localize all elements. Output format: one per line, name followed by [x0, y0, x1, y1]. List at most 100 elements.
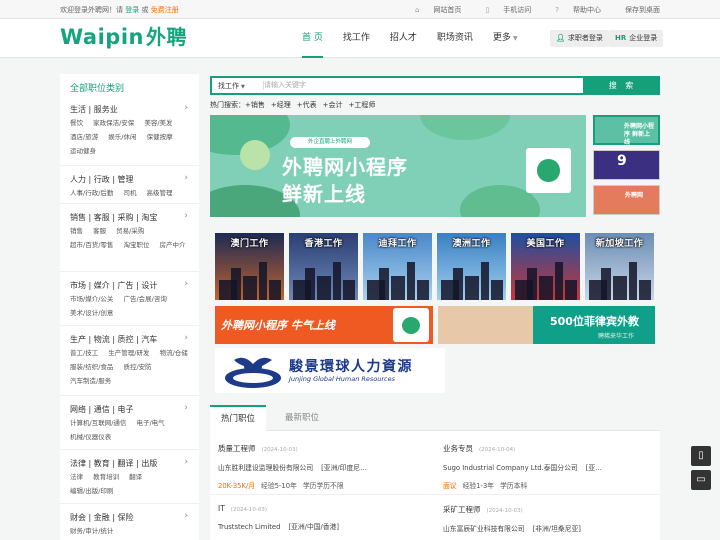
foreign-teacher-promo[interactable]: 500位菲律宾外教 聘稀来华工作 — [438, 306, 655, 344]
category-heading[interactable]: 法律 | 教育 | 翻译 | 出版 — [70, 457, 196, 470]
banner-thumb[interactable]: 外聘网 — [593, 185, 660, 215]
job-company[interactable]: 山东胜利建设监理股份有限公司 — [218, 464, 313, 472]
tab-latest-jobs[interactable]: 最新职位 — [272, 405, 332, 431]
main-banner[interactable]: 外企直聘上外聘网 外聘网小程序 鲜新上线 — [210, 115, 586, 217]
category-link[interactable]: 贸易/采购 — [116, 227, 144, 235]
category-link[interactable]: 市场/媒介/公关 — [70, 295, 113, 303]
category-heading[interactable]: 人力 | 行政 | 管理 — [70, 173, 196, 186]
home-link[interactable]: ⌂ 网站首页 — [403, 5, 461, 15]
job-card[interactable]: 业务专员 (2024-10-04) Sugo Industrial Company… — [443, 443, 658, 490]
job-title[interactable]: 采矿工程师 — [443, 505, 481, 514]
main-nav: 首 页 找工作 招人才 职场资讯 更多 ▼ — [292, 19, 528, 58]
category-heading[interactable]: 生产 | 物流 | 质控 | 汽车 — [70, 333, 196, 346]
category-link[interactable]: 美术/设计/创意 — [70, 309, 113, 317]
job-card[interactable]: 质量工程师 (2024-10-03) 山东胜利建设监理股份有限公司 [亚洲/印度尼…… — [218, 443, 433, 490]
category-link[interactable]: 教育培训 — [93, 473, 119, 481]
category-link[interactable]: 餐饮 — [70, 119, 83, 127]
category-link[interactable]: 司机 — [123, 189, 136, 197]
nav-find-job[interactable]: 找工作 — [333, 19, 380, 58]
category-link[interactable]: 美容/美发 — [144, 119, 172, 127]
category-link[interactable]: 高级管理 — [147, 189, 173, 197]
job-list: 质量工程师 (2024-10-03) 山东胜利建设监理股份有限公司 [亚洲/印度尼…… — [210, 431, 660, 540]
category-link[interactable]: 电子/电气 — [136, 419, 164, 427]
mobile-link[interactable]: ▯ 手机访问 — [473, 5, 531, 15]
category-link[interactable]: 机械/仪器仪表 — [70, 433, 111, 441]
category-link[interactable]: 广告/会展/咨询 — [123, 295, 166, 303]
register-link[interactable]: 免费注册 — [151, 6, 179, 14]
category-heading[interactable]: 财会 | 金融 | 保险 — [70, 511, 196, 524]
category-link[interactable]: 客服 — [93, 227, 106, 235]
city-tile[interactable]: 迪拜工作 — [363, 233, 432, 300]
category-link[interactable]: 保健按摩 — [147, 133, 173, 141]
hot-search-link[interactable]: +会计 — [323, 101, 343, 109]
category-link[interactable]: 法律 — [70, 473, 83, 481]
city-tile[interactable]: 新加坡工作 — [585, 233, 654, 300]
city-tile[interactable]: 香港工作 — [289, 233, 358, 300]
job-company[interactable]: 山东富辰矿业科技有限公司 — [443, 525, 525, 533]
category-heading[interactable]: 网络 | 通信 | 电子 — [70, 403, 196, 416]
category-link[interactable]: 计算机/互联网/通信 — [70, 419, 126, 427]
hot-search-link[interactable]: +工程师 — [349, 101, 376, 109]
company-login-button[interactable]: HR 企业登录 — [609, 30, 664, 47]
mini-program-promo[interactable]: 外聘网小程序 牛气上线 — [215, 306, 433, 344]
job-salary: 面议 — [443, 482, 457, 490]
category-heading[interactable]: 生活 | 服务业 — [70, 103, 196, 116]
category-link[interactable]: 普工/技工 — [70, 349, 98, 357]
category-link[interactable]: 财务/审计/统计 — [70, 527, 113, 535]
job-title[interactable]: 业务专员 — [443, 444, 473, 453]
nav-recruit[interactable]: 招人才 — [380, 19, 427, 58]
category-link[interactable]: 家政保洁/安保 — [93, 119, 134, 127]
job-card[interactable]: IT (2024-10-03) Truststech Limited [亚洲/中国/… — [218, 504, 433, 531]
category-link[interactable]: 翻译 — [129, 473, 142, 481]
job-title[interactable]: 质量工程师 — [218, 444, 256, 453]
category-group: 生活 | 服务业 › 餐饮 家政保洁/安保 美容/美发 酒店/旅游 娱乐/休闲 保健… — [70, 103, 196, 158]
search-type-select[interactable]: 找工作 ▼ — [218, 81, 245, 91]
site-logo[interactable]: Waipin 外聘 — [60, 25, 187, 49]
category-link[interactable]: 房产中介 — [160, 241, 186, 249]
hot-search-link[interactable]: +代表 — [297, 101, 317, 109]
category-link[interactable]: 销售 — [70, 227, 83, 235]
job-company[interactable]: Sugo Industrial Company Ltd.泰国分公司 — [443, 464, 578, 472]
category-link[interactable]: 物流/仓储 — [160, 349, 188, 357]
job-date: (2024-10-03) — [486, 508, 523, 514]
city-tile[interactable]: 澳洲工作 — [437, 233, 506, 300]
hot-search-link[interactable]: +经理 — [271, 101, 291, 109]
category-link[interactable]: 编辑/出版/印刷 — [70, 487, 113, 495]
save-desktop-link[interactable]: 保存到桌面 — [613, 5, 660, 15]
city-tile[interactable]: 澳门工作 — [215, 233, 284, 300]
search-button[interactable]: 搜 索 — [585, 76, 660, 95]
login-link[interactable]: 登录 — [125, 6, 139, 14]
category-link[interactable]: 质控/安防 — [123, 363, 151, 371]
job-company[interactable]: Truststech Limited — [218, 523, 280, 531]
chat-icon[interactable]: ▭ — [691, 470, 711, 490]
help-link[interactable]: ? 帮助中心 — [543, 5, 601, 15]
nav-home[interactable]: 首 页 — [292, 19, 333, 58]
nav-more[interactable]: 更多 ▼ — [483, 19, 528, 58]
category-heading[interactable]: 销售 | 客服 | 采购 | 淘宝 — [70, 211, 196, 224]
job-education: 学历学历不限 — [302, 482, 344, 490]
category-link[interactable]: 娱乐/休闲 — [108, 133, 136, 141]
hot-search-link[interactable]: +销售 — [245, 101, 265, 109]
phone-icon[interactable]: ▯ — [691, 446, 711, 466]
search-input[interactable] — [264, 78, 579, 93]
category-link[interactable]: 酒店/旅游 — [70, 133, 98, 141]
banner-thumb[interactable]: 9 — [593, 150, 660, 180]
category-link[interactable]: 运动健身 — [70, 147, 96, 155]
job-date: (2024-10-04) — [479, 447, 516, 453]
jobseeker-login-button[interactable]: 👤︎ 求职者登录 — [550, 30, 609, 47]
chevron-down-icon: ▼ — [512, 35, 518, 42]
category-link[interactable]: 人事/行政/后勤 — [70, 189, 113, 197]
banner-thumb[interactable]: 外聘网小程序 鲜新上线 — [593, 115, 660, 146]
category-link[interactable]: 汽车制造/服务 — [70, 377, 111, 385]
category-link[interactable]: 服装/纺织/食品 — [70, 363, 113, 371]
tab-hot-jobs[interactable]: 热门职位 — [210, 405, 266, 431]
job-card[interactable]: 采矿工程师 (2024-10-03) 山东富辰矿业科技有限公司 [非洲/坦桑尼亚] — [443, 504, 658, 533]
category-link[interactable]: 超市/百货/零售 — [70, 241, 113, 249]
category-heading[interactable]: 市场 | 媒介 | 广告 | 设计 — [70, 279, 196, 292]
category-link[interactable]: 生产管理/研发 — [108, 349, 149, 357]
partner-banner[interactable]: 駿景環球人力資源 Junjing Global Human Resources — [215, 348, 445, 393]
nav-news[interactable]: 职场资讯 — [427, 19, 483, 58]
category-link[interactable]: 淘宝职位 — [123, 241, 149, 249]
job-title[interactable]: IT — [218, 504, 225, 513]
city-tile[interactable]: 美国工作 — [511, 233, 580, 300]
